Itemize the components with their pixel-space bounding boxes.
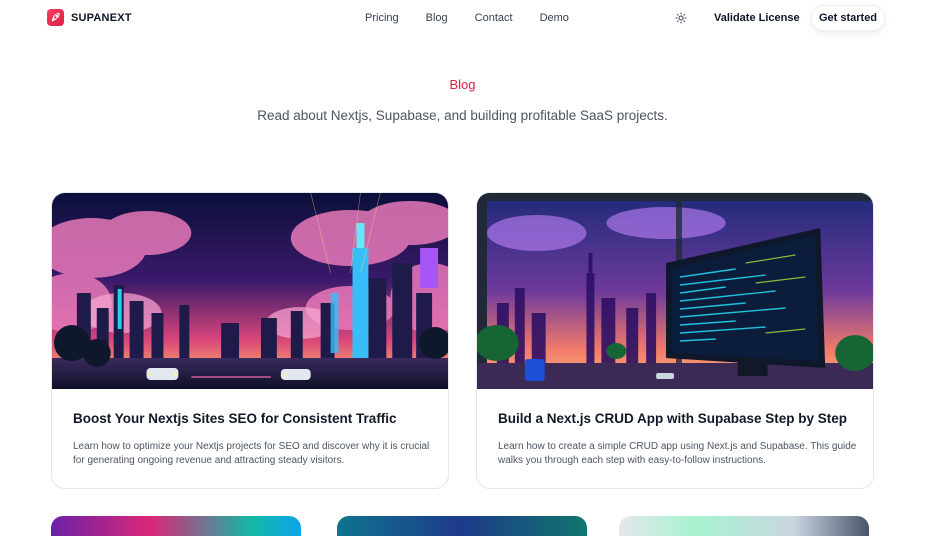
blog-card-peek[interactable]	[51, 516, 301, 536]
brand-name: SUPANEXT	[71, 11, 132, 24]
card-title: Build a Next.js CRUD App with Supabase S…	[498, 411, 848, 426]
get-started-button[interactable]: Get started	[811, 5, 885, 31]
blog-card-seo[interactable]: Boost Your Nextjs Sites SEO for Consiste…	[51, 192, 449, 489]
code-monitor-illustration	[477, 193, 873, 389]
main-nav: Pricing Blog Contact Demo	[365, 12, 569, 24]
nav-link-contact[interactable]: Contact	[475, 12, 513, 24]
navbar: SUPANEXT Pricing Blog Contact Demo Valid…	[0, 0, 925, 36]
nav-link-pricing[interactable]: Pricing	[365, 12, 399, 24]
validate-license-link[interactable]: Validate License	[714, 12, 800, 24]
brand-link[interactable]: SUPANEXT	[47, 9, 132, 26]
blog-card-peek[interactable]	[619, 516, 869, 536]
nav-link-demo[interactable]: Demo	[540, 12, 569, 24]
card-description: Learn how to create a simple CRUD app us…	[498, 441, 857, 466]
neon-city-illustration	[52, 193, 448, 389]
rocket-icon	[47, 9, 64, 26]
nav-link-blog[interactable]: Blog	[426, 12, 448, 24]
blog-subtitle: Read about Nextjs, Supabase, and buildin…	[257, 108, 668, 123]
card-description: Learn how to optimize your Nextjs projec…	[73, 441, 430, 466]
card-title: Boost Your Nextjs Sites SEO for Consiste…	[73, 411, 397, 426]
theme-toggle-button[interactable]	[672, 9, 690, 27]
sun-icon	[675, 12, 687, 24]
blog-card-peek[interactable]	[337, 516, 587, 536]
blog-heading: Blog	[449, 77, 476, 92]
blog-card-crud[interactable]: Build a Next.js CRUD App with Supabase S…	[476, 192, 874, 489]
